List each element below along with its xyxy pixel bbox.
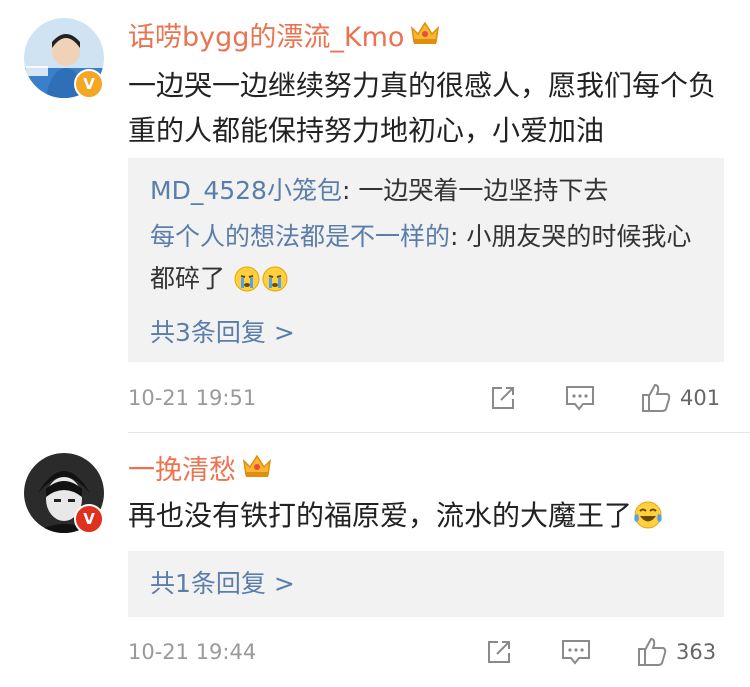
comment-item: V 话唠bygg的漂流_Kmo 一边哭一边继续努力真的很感人，愿我们每个负重的人… bbox=[0, 0, 750, 430]
timestamp: 10-21 19:51 bbox=[128, 386, 257, 410]
share-button[interactable] bbox=[484, 632, 514, 672]
reply-username[interactable]: MD_4528小笼包 bbox=[150, 176, 342, 205]
tears-of-joy-emoji bbox=[632, 499, 664, 544]
share-button[interactable] bbox=[488, 378, 518, 418]
like-count: 401 bbox=[680, 386, 721, 410]
verified-badge: V bbox=[74, 504, 104, 534]
share-icon bbox=[488, 641, 510, 663]
comment-button[interactable] bbox=[560, 632, 592, 672]
crying-emoji bbox=[261, 264, 289, 306]
reply-box: 共1条回复 > bbox=[128, 551, 724, 617]
comment-icon bbox=[562, 640, 590, 665]
reply-text: 一边哭着一边坚持下去 bbox=[358, 176, 609, 205]
like-button[interactable]: 401 bbox=[640, 378, 720, 418]
like-button[interactable]: 363 bbox=[636, 632, 716, 672]
username-text: 话唠bygg的漂流_Kmo bbox=[128, 21, 405, 53]
comment-text: 再也没有铁打的福原爱，流水的大魔王了 bbox=[128, 493, 718, 544]
comment-meta: 10-21 19:51 401 bbox=[128, 378, 728, 418]
reply-separator: : bbox=[341, 176, 359, 205]
verified-badge: V bbox=[74, 69, 104, 99]
comment-meta: 10-21 19:44 363 bbox=[128, 632, 728, 672]
more-replies-link[interactable]: 共1条回复 > bbox=[128, 563, 724, 605]
comment-button[interactable] bbox=[564, 378, 596, 418]
username-text: 一挽清愁 bbox=[128, 454, 236, 486]
reply-box: MD_4528小笼包: 一边哭着一边坚持下去 每个人的想法都是不一样的: 小朋友… bbox=[128, 158, 724, 362]
timestamp: 10-21 19:44 bbox=[128, 640, 257, 664]
crying-emoji bbox=[233, 264, 261, 306]
comment-text-body: 再也没有铁打的福原爱，流水的大魔王了 bbox=[128, 499, 633, 532]
share-icon bbox=[492, 387, 514, 409]
reply-separator: : bbox=[450, 222, 467, 251]
comment-icon bbox=[566, 386, 594, 411]
thumbs-up-icon bbox=[638, 637, 667, 666]
comment-item: V 一挽清愁 再也没有铁打的福原爱，流水的大魔王了 共1条回复 > 10-21 … bbox=[0, 433, 750, 687]
comment-text: 一边哭一边继续努力真的很感人，愿我们每个负重的人都能保持努力地初心，小爱加油 bbox=[128, 69, 717, 147]
reply-username[interactable]: 每个人的想法都是不一样的 bbox=[150, 222, 450, 251]
more-replies-link[interactable]: 共3条回复 > bbox=[128, 312, 724, 354]
crown-vip-icon bbox=[242, 453, 272, 488]
comment-username[interactable]: 话唠bygg的漂流_Kmo bbox=[128, 20, 440, 55]
reply-item[interactable]: 每个人的想法都是不一样的: 小朋友哭的时候我心都碎了 bbox=[128, 216, 724, 306]
thumbs-up-icon bbox=[642, 383, 671, 412]
like-count: 363 bbox=[676, 640, 717, 664]
crown-vip-icon bbox=[410, 20, 440, 55]
comment-username[interactable]: 一挽清愁 bbox=[128, 453, 272, 488]
reply-item[interactable]: MD_4528小笼包: 一边哭着一边坚持下去 bbox=[128, 170, 724, 212]
